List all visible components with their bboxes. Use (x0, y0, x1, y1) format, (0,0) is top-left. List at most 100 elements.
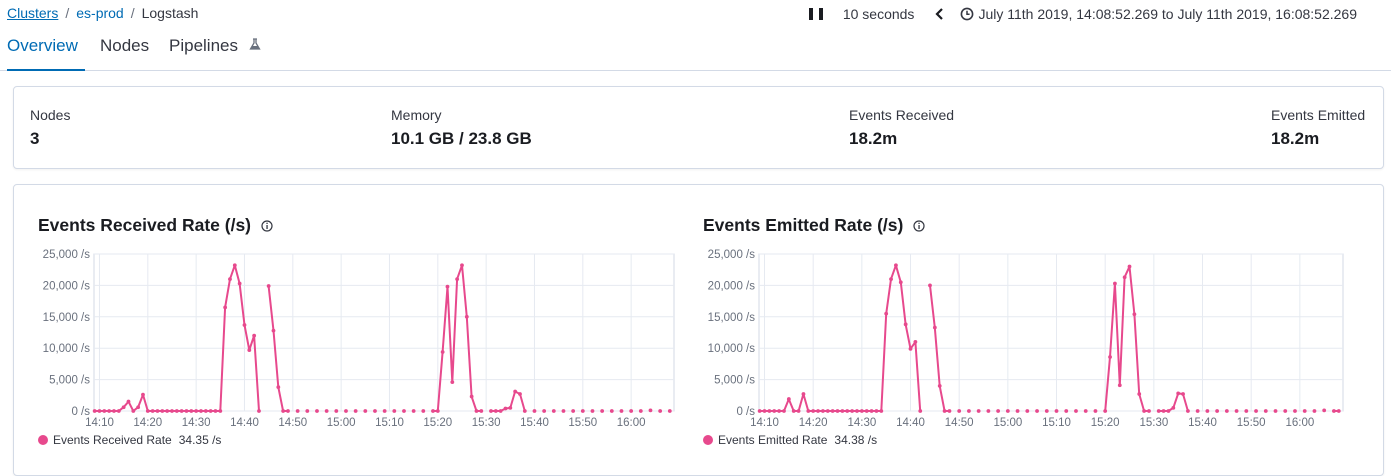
data-point (131, 409, 136, 413)
y-tick-label: 15,000 /s (43, 312, 91, 324)
tab-pipelines[interactable]: Pipelines (169, 36, 261, 69)
breadcrumb-cluster-link[interactable]: es-prod (76, 5, 123, 21)
stat-nodes-label: Nodes (30, 107, 71, 123)
x-tick-label: 15:10 (375, 417, 404, 429)
data-point (228, 277, 232, 282)
data-point (208, 409, 213, 413)
y-tick-label: 10,000 /s (43, 343, 91, 355)
data-point (223, 305, 228, 310)
data-point (450, 380, 455, 385)
data-point (474, 409, 479, 413)
data-point (271, 328, 276, 333)
data-point (92, 409, 97, 413)
data-point (1215, 409, 1220, 413)
tab-overview[interactable]: Overview (7, 36, 85, 71)
data-point (286, 409, 290, 413)
data-point (898, 280, 903, 285)
breadcrumb-separator: / (130, 5, 135, 21)
pause-icon[interactable] (808, 7, 823, 21)
x-tick-label: 14:20 (799, 417, 828, 429)
y-tick-label: 25,000 /s (708, 249, 756, 261)
data-point (242, 323, 247, 327)
y-tick-label: 10,000 /s (708, 343, 756, 355)
data-point (257, 409, 261, 413)
data-point (1332, 409, 1336, 413)
data-point (252, 333, 257, 338)
chart-received-title-text: Events Received Rate (/s) (38, 215, 252, 235)
chart-emitted-title: Events Emitted Rate (/s) (703, 215, 925, 236)
data-point (957, 409, 962, 413)
data-point (1176, 391, 1181, 396)
date-range[interactable]: July 11th 2019, 14:08:52.269 to July 11t… (978, 6, 1357, 22)
legend-swatch (703, 435, 713, 445)
legend-emitted[interactable]: Events Emitted Rate 34.38 /s (703, 433, 877, 447)
chart-events-emitted[interactable]: 0 /s5,000 /s10,000 /s15,000 /s20,000 /s2… (695, 246, 1355, 431)
data-point (777, 409, 782, 413)
info-icon[interactable] (913, 219, 925, 232)
data-point (884, 311, 889, 316)
chevron-left-icon[interactable] (934, 7, 946, 21)
x-tick-label: 15:50 (1237, 417, 1266, 429)
x-tick-label: 14:10 (85, 417, 114, 429)
x-tick-label: 16:00 (617, 417, 646, 429)
data-point (145, 409, 150, 413)
x-tick-label: 15:40 (1188, 417, 1217, 429)
data-point (421, 409, 426, 413)
data-point (903, 322, 908, 327)
data-point (160, 409, 165, 413)
data-point (996, 409, 1001, 413)
data-point (918, 409, 923, 413)
data-point (455, 277, 460, 282)
data-point (116, 409, 121, 413)
refresh-interval[interactable]: 10 seconds (843, 6, 915, 22)
data-point (315, 409, 319, 413)
data-point (1142, 409, 1147, 413)
data-point (464, 314, 469, 319)
data-point (551, 409, 556, 413)
data-point (937, 383, 942, 388)
data-point (757, 409, 762, 413)
breadcrumb-clusters-link[interactable]: Clusters (7, 5, 58, 21)
x-tick-label: 15:00 (993, 417, 1022, 429)
data-point (1166, 409, 1171, 413)
data-point (431, 409, 435, 413)
data-point (1224, 409, 1229, 413)
data-point (609, 409, 614, 413)
data-point (786, 397, 791, 401)
data-point (830, 409, 835, 413)
legend-received[interactable]: Events Received Rate 34.35 /s (38, 433, 221, 447)
data-point (1113, 281, 1117, 286)
data-point (600, 409, 605, 413)
data-point (1137, 392, 1142, 396)
data-point (638, 409, 643, 413)
clock-icon (960, 7, 974, 21)
legend-received-name: Events Received Rate (53, 433, 172, 447)
series-line (94, 264, 260, 412)
data-point (199, 409, 203, 413)
data-point (967, 409, 971, 413)
data-point (855, 409, 859, 413)
info-icon[interactable] (261, 219, 273, 232)
chart-events-received[interactable]: 0 /s5,000 /s10,000 /s15,000 /s20,000 /s2… (30, 246, 680, 431)
data-point (102, 409, 107, 413)
data-point (402, 409, 406, 413)
data-point (667, 409, 672, 413)
data-point (571, 409, 576, 413)
data-point (1132, 312, 1137, 317)
grid (93, 253, 675, 412)
data-point (1015, 409, 1020, 413)
data-point (1322, 408, 1327, 413)
tab-nodes[interactable]: Nodes (100, 36, 149, 69)
data-point (532, 409, 537, 413)
data-point (825, 409, 830, 413)
data-point (1181, 392, 1185, 396)
data-point (1161, 409, 1166, 413)
breadcrumb-current: Logstash (141, 5, 199, 21)
tab-bar: Overview Nodes Pipelines (0, 32, 1391, 71)
data-point (126, 399, 131, 404)
y-tick-label: 5,000 /s (49, 375, 90, 387)
data-point (1234, 409, 1239, 413)
data-point (835, 409, 840, 413)
data-point (1205, 409, 1210, 413)
data-point (1171, 405, 1176, 410)
